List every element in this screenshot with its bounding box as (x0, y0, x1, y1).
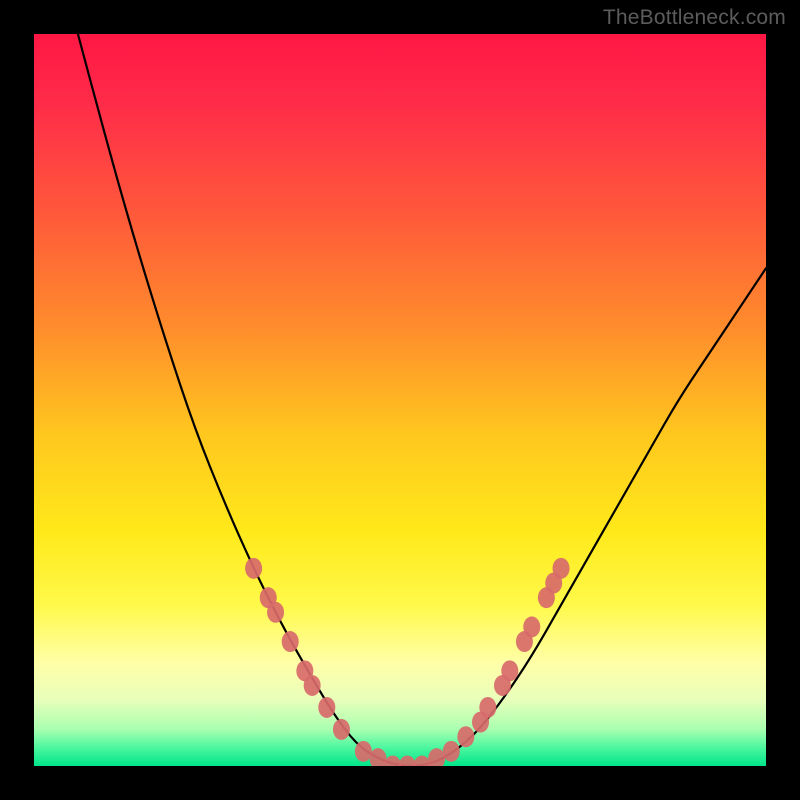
marker-dot (501, 660, 518, 681)
marker-dot (413, 756, 430, 767)
bottleneck-curve (78, 34, 766, 766)
marker-dot (267, 602, 284, 623)
chart-svg (34, 34, 766, 766)
marker-dot (355, 741, 372, 762)
marker-dot (304, 675, 321, 696)
marker-dot (245, 558, 262, 579)
marker-dot (333, 719, 350, 740)
watermark-label: TheBottleneck.com (603, 6, 786, 30)
plot-area (34, 34, 766, 766)
marker-dot (553, 558, 570, 579)
chart-frame: TheBottleneck.com (0, 0, 800, 800)
marker-dot (370, 748, 387, 766)
marker-dot (399, 756, 416, 767)
marker-dot (523, 616, 540, 637)
marker-dot (282, 631, 299, 652)
marker-dot (318, 697, 335, 718)
marker-dot (428, 748, 445, 766)
marker-dot (384, 756, 401, 767)
marker-dot (479, 697, 496, 718)
marker-dot (457, 726, 474, 747)
curve-markers (245, 558, 569, 766)
marker-dot (443, 741, 460, 762)
